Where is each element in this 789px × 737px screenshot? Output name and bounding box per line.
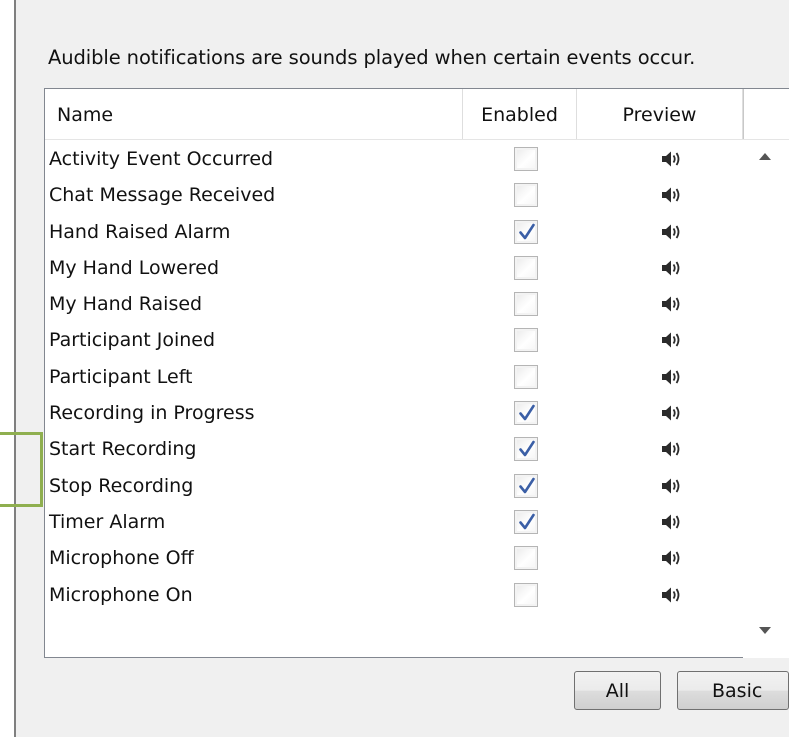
notification-name: Stop Recording: [49, 474, 194, 497]
notification-name: My Hand Raised: [49, 293, 203, 316]
list-item[interactable]: Participant Left: [45, 359, 743, 395]
speaker-icon[interactable]: [661, 150, 683, 168]
vertical-scrollbar[interactable]: [743, 140, 789, 658]
list-item[interactable]: Start Recording: [45, 431, 743, 467]
list-item[interactable]: Participant Joined: [45, 322, 743, 358]
speaker-icon[interactable]: [661, 586, 683, 604]
description-text: Audible notifications are sounds played …: [48, 46, 696, 69]
enabled-checkbox[interactable]: [514, 509, 538, 534]
speaker-icon[interactable]: [661, 477, 683, 495]
column-header-name[interactable]: Name: [45, 89, 463, 140]
checkmark-icon: [519, 513, 535, 530]
notifications-list: Name Enabled Preview Activity Event Occu…: [44, 88, 789, 658]
list-item[interactable]: My Hand Lowered: [45, 250, 743, 286]
checkmark-icon: [519, 441, 535, 457]
list-item[interactable]: Microphone On: [45, 577, 743, 613]
speaker-icon[interactable]: [661, 440, 683, 458]
speaker-icon[interactable]: [661, 259, 683, 277]
list-item[interactable]: Activity Event Occurred: [45, 141, 743, 177]
notification-name: Participant Left: [49, 365, 193, 388]
speaker-icon[interactable]: [661, 368, 683, 386]
scroll-down-arrow-icon[interactable]: [759, 627, 771, 634]
enabled-checkbox[interactable]: [514, 582, 538, 607]
notification-name: Microphone On: [49, 583, 193, 606]
highlight-annotation-box: [0, 432, 43, 507]
list-item[interactable]: Timer Alarm: [45, 504, 743, 540]
checkmark-icon: [519, 223, 535, 239]
list-item[interactable]: Recording in Progress: [45, 395, 743, 431]
enabled-checkbox[interactable]: [514, 328, 538, 353]
enabled-checkbox[interactable]: [514, 473, 538, 498]
list-item[interactable]: Chat Message Received: [45, 177, 743, 213]
basic-button[interactable]: Basic: [677, 671, 789, 710]
enabled-checkbox[interactable]: [514, 546, 538, 571]
enabled-checkbox[interactable]: [514, 255, 538, 280]
list-item[interactable]: My Hand Raised: [45, 286, 743, 322]
checkmark-icon: [519, 477, 535, 493]
enabled-checkbox[interactable]: [514, 401, 538, 426]
speaker-icon[interactable]: [661, 513, 683, 531]
list-header: Name Enabled Preview: [45, 89, 789, 140]
enabled-checkbox[interactable]: [514, 292, 538, 317]
column-header-enabled[interactable]: Enabled: [463, 89, 577, 140]
notification-name: Participant Joined: [49, 329, 216, 352]
notification-name: Chat Message Received: [49, 184, 276, 207]
list-item[interactable]: Stop Recording: [45, 468, 743, 504]
notification-name: Activity Event Occurred: [49, 148, 274, 170]
speaker-icon[interactable]: [661, 223, 683, 241]
enabled-checkbox[interactable]: [514, 364, 538, 389]
notification-name: My Hand Lowered: [49, 256, 219, 279]
enabled-checkbox[interactable]: [514, 437, 538, 462]
enabled-checkbox[interactable]: [514, 219, 538, 244]
enabled-checkbox[interactable]: [514, 183, 538, 208]
all-button[interactable]: All: [574, 671, 661, 710]
notification-name: Start Recording: [49, 438, 197, 461]
speaker-icon[interactable]: [661, 404, 683, 422]
speaker-icon[interactable]: [661, 186, 683, 204]
list-item[interactable]: Hand Raised Alarm: [45, 214, 743, 250]
scroll-up-arrow-icon[interactable]: [759, 153, 771, 160]
checkmark-icon: [519, 404, 535, 421]
notification-name: Recording in Progress: [49, 402, 255, 425]
notification-name: Timer Alarm: [49, 510, 166, 533]
notification-name: Microphone Off: [49, 547, 194, 570]
enabled-checkbox[interactable]: [514, 147, 538, 171]
notification-name: Hand Raised Alarm: [49, 220, 231, 243]
speaker-icon[interactable]: [661, 295, 683, 313]
list-rows: Activity Event Occurred Chat Message Rece…: [45, 141, 743, 613]
list-item[interactable]: Microphone Off: [45, 540, 743, 576]
header-corner: [743, 89, 789, 140]
speaker-icon[interactable]: [661, 331, 683, 349]
column-header-preview[interactable]: Preview: [577, 89, 743, 140]
speaker-icon[interactable]: [661, 549, 683, 567]
